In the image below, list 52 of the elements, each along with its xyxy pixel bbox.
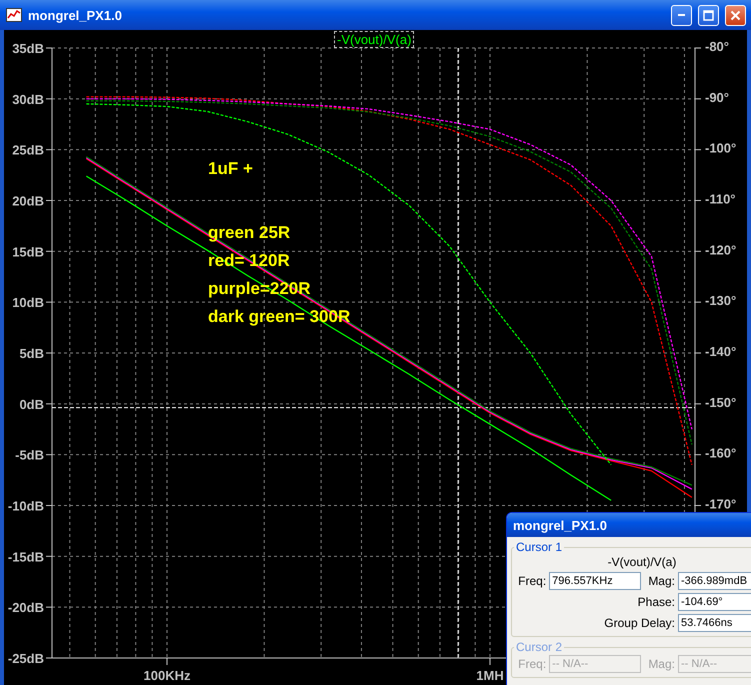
- group-label: Cursor 1: [515, 540, 564, 554]
- y-axis-label: -20dB: [8, 600, 44, 616]
- close-icon: [730, 10, 741, 20]
- phase-axis-label: -100°: [705, 140, 736, 156]
- y-axis-label: 10dB: [12, 295, 44, 310]
- value-field[interactable]: -366.989mdB: [678, 572, 751, 590]
- close-button[interactable]: [725, 4, 746, 26]
- value-field[interactable]: 796.557KHz: [549, 572, 642, 590]
- phase-axis-label: -160°: [705, 446, 736, 461]
- phase-axis-label: -130°: [705, 293, 736, 308]
- x-axis-label: 100KHz: [144, 668, 190, 683]
- annotation-text: 1uF +: [208, 159, 253, 178]
- app-icon: [6, 8, 22, 22]
- y-axis-label: 0dB: [19, 396, 44, 412]
- field-label: Freq:: [517, 574, 546, 588]
- annotation-text: green 25R: [208, 223, 290, 242]
- phase-axis-label: -170°: [705, 496, 736, 512]
- y-axis-label: -10dB: [8, 498, 44, 514]
- cursor-line[interactable]: [458, 48, 459, 658]
- field-label: Phase:: [636, 595, 675, 609]
- phase-axis-label: -120°: [705, 242, 736, 258]
- phase-axis-label: -90°: [705, 90, 729, 105]
- phase-axis-label: -80°: [705, 39, 729, 54]
- minimize-button[interactable]: [671, 4, 692, 26]
- group-label: Cursor 2: [515, 640, 564, 654]
- phase-axis-label: -110°: [705, 192, 736, 206]
- value-field[interactable]: 53.7466ns: [678, 614, 751, 632]
- minimize-icon: [678, 14, 686, 16]
- maximize-icon: [703, 10, 714, 20]
- y-axis-label: 5dB: [19, 346, 44, 361]
- field-label: Mag:: [647, 574, 675, 588]
- value-field[interactable]: -104.69°: [678, 593, 751, 611]
- phase-axis-label: -140°: [705, 344, 736, 359]
- y-axis-label: -25dB: [8, 651, 44, 666]
- trace-label[interactable]: -V(vout)/V(a): [334, 31, 414, 48]
- field-label: Group Delay:: [603, 616, 675, 630]
- field-label: Freq:: [517, 657, 546, 671]
- y-axis-label: 15dB: [12, 244, 44, 260]
- y-axis-label: 20dB: [12, 194, 44, 208]
- field-label: Mag:: [647, 657, 675, 671]
- dialog-title: mongrel_PX1.0: [507, 513, 751, 537]
- trace-name: -V(vout)/V(a): [606, 555, 678, 571]
- window-title: mongrel_PX1.0: [28, 8, 123, 22]
- maximize-button[interactable]: [698, 4, 719, 26]
- phase-axis-label: -150°: [705, 394, 736, 410]
- x-axis-label: 1MH: [476, 668, 504, 683]
- y-axis-label: -5dB: [15, 448, 44, 463]
- y-axis-label: -15dB: [8, 549, 44, 564]
- y-axis-label: 30dB: [12, 92, 44, 107]
- cursor-line[interactable]: [52, 407, 696, 408]
- y-axis-label: 25dB: [12, 142, 44, 158]
- y-axis-label: 35dB: [12, 41, 44, 56]
